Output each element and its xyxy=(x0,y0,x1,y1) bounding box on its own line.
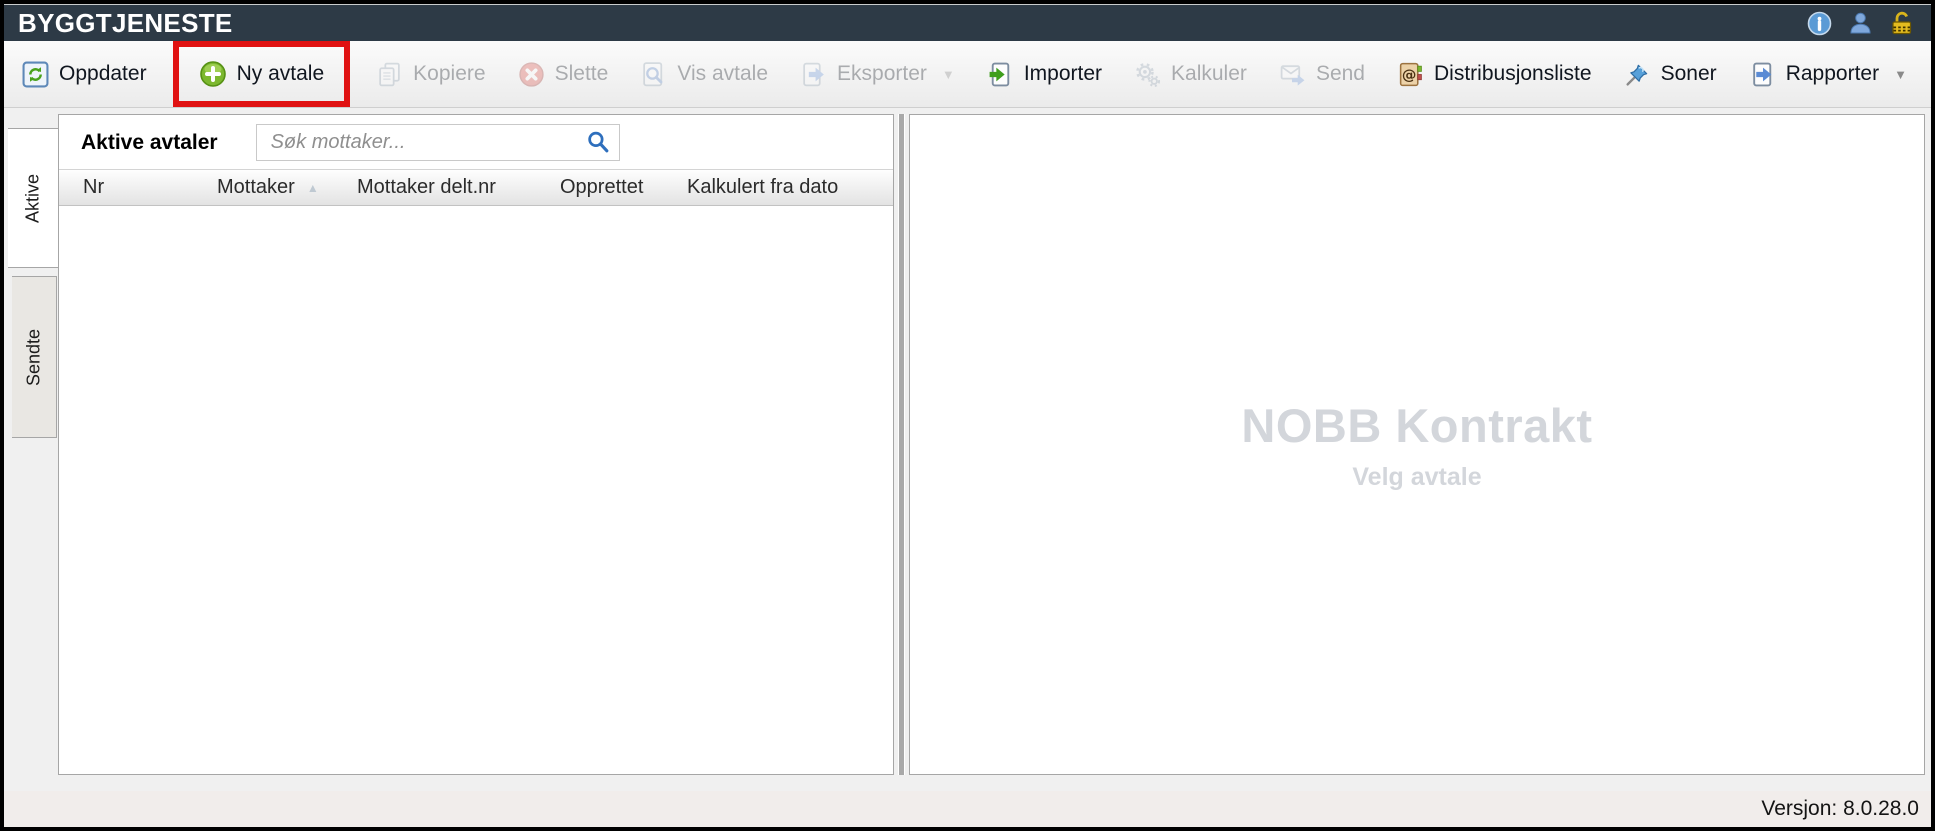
tab-label: Sendte xyxy=(24,328,45,385)
toolbar: Oppdater Ny avtale xyxy=(4,41,1931,108)
delete-icon xyxy=(518,61,545,88)
column-header-opprettet[interactable]: Opprettet xyxy=(560,176,687,199)
copy-icon xyxy=(376,61,403,88)
toolbar-button-kalkuler[interactable]: Kalkuler xyxy=(1128,55,1253,94)
info-icon[interactable] xyxy=(1807,11,1832,36)
toolbar-button-eksporter[interactable]: Eksporter ▼ xyxy=(794,55,961,94)
export-icon xyxy=(800,61,827,88)
toolbar-label: Kalkuler xyxy=(1171,62,1247,86)
column-header-mottaker[interactable]: Mottaker ▲ xyxy=(217,176,357,199)
agreements-list-empty xyxy=(59,206,893,774)
column-header-mottaker-delt-nr[interactable]: Mottaker delt.nr xyxy=(357,176,560,199)
toolbar-label: Rapporter xyxy=(1786,62,1879,86)
tab-sendte[interactable]: Sendte xyxy=(12,276,57,438)
chevron-down-icon: ▼ xyxy=(1894,67,1907,82)
column-header-nr[interactable]: Nr xyxy=(83,176,217,199)
agreements-panel-header: Aktive avtaler xyxy=(59,115,893,169)
calculate-icon xyxy=(1134,61,1161,88)
send-icon xyxy=(1279,61,1306,88)
toolbar-label: Slette xyxy=(555,62,609,86)
agreements-panel: Aktive avtaler Nr Mottaker xyxy=(58,114,894,775)
version-label: Versjon: 8.0.28.0 xyxy=(1761,797,1919,821)
toolbar-button-send[interactable]: Send xyxy=(1273,55,1371,94)
detail-panel: NOBB Kontrakt Velg avtale xyxy=(909,114,1925,775)
watermark-subtitle: Velg avtale xyxy=(1352,463,1481,492)
app-window: BYGGTJENESTE xyxy=(0,0,1935,831)
toolbar-button-slette[interactable]: Slette xyxy=(512,55,615,94)
address-book-icon: @ xyxy=(1397,61,1424,88)
toolbar-label: Ny avtale xyxy=(237,62,325,86)
toolbar-button-vis-avtale[interactable]: Vis avtale xyxy=(634,55,774,94)
toolbar-label: Kopiere xyxy=(413,62,485,86)
user-icon[interactable] xyxy=(1847,10,1873,36)
app-title: BYGGTJENESTE xyxy=(18,8,233,39)
toolbar-label: Eksporter xyxy=(837,62,927,86)
search-icon[interactable] xyxy=(586,130,611,155)
column-label: Nr xyxy=(83,176,104,199)
import-icon xyxy=(987,61,1014,88)
chevron-down-icon: ▼ xyxy=(942,67,955,82)
column-label: Mottaker xyxy=(217,176,295,199)
panel-title: Aktive avtaler xyxy=(81,131,218,155)
main-area: Aktive Sendte Aktive avtaler xyxy=(4,108,1931,791)
toolbar-button-soner[interactable]: Soner xyxy=(1618,55,1723,94)
title-bar: BYGGTJENESTE xyxy=(4,4,1931,41)
column-header-kalkulert-fra-dato[interactable]: Kalkulert fra dato xyxy=(687,176,893,199)
status-bar: Versjon: 8.0.28.0 xyxy=(4,791,1931,827)
refresh-icon xyxy=(22,61,49,88)
tab-label: Aktive xyxy=(23,173,44,222)
view-icon xyxy=(640,61,667,88)
table-header-row: Nr Mottaker ▲ Mottaker delt.nr Opprettet… xyxy=(59,169,893,206)
search-box xyxy=(256,124,620,161)
toolbar-label: Oppdater xyxy=(59,62,147,86)
sort-asc-icon: ▲ xyxy=(307,181,319,195)
report-icon xyxy=(1749,61,1776,88)
panel-splitter[interactable] xyxy=(894,114,909,775)
column-label: Opprettet xyxy=(560,176,643,199)
titlebar-icons xyxy=(1807,10,1915,37)
toolbar-button-kopiere[interactable]: Kopiere xyxy=(370,55,491,94)
search-input[interactable] xyxy=(269,130,586,155)
splitter-bar xyxy=(898,114,905,775)
toolbar-button-ny-avtale[interactable]: Ny avtale xyxy=(193,54,331,94)
toolbar-button-rapporter[interactable]: Rapporter ▼ xyxy=(1743,55,1913,94)
column-label: Kalkulert fra dato xyxy=(687,176,838,199)
column-label: Mottaker delt.nr xyxy=(357,176,496,199)
toolbar-button-distribusjonsliste[interactable]: @ Distribusjonsliste xyxy=(1391,55,1598,94)
svg-text:@: @ xyxy=(1402,67,1417,83)
watermark-title: NOBB Kontrakt xyxy=(1241,398,1592,453)
toolbar-label: Send xyxy=(1316,62,1365,86)
toolbar-button-oppdater[interactable]: Oppdater xyxy=(16,55,153,94)
lock-open-icon[interactable] xyxy=(1888,10,1915,37)
toolbar-label: Importer xyxy=(1024,62,1102,86)
tab-aktive[interactable]: Aktive xyxy=(8,128,59,268)
pin-icon xyxy=(1624,61,1651,88)
add-icon xyxy=(199,60,227,88)
side-tabstrip: Aktive Sendte xyxy=(8,114,58,775)
toolbar-label: Soner xyxy=(1661,62,1717,86)
toolbar-label: Vis avtale xyxy=(677,62,768,86)
toolbar-button-importer[interactable]: Importer xyxy=(981,55,1108,94)
highlight-box: Ny avtale xyxy=(173,41,351,107)
toolbar-label: Distribusjonsliste xyxy=(1434,62,1592,86)
